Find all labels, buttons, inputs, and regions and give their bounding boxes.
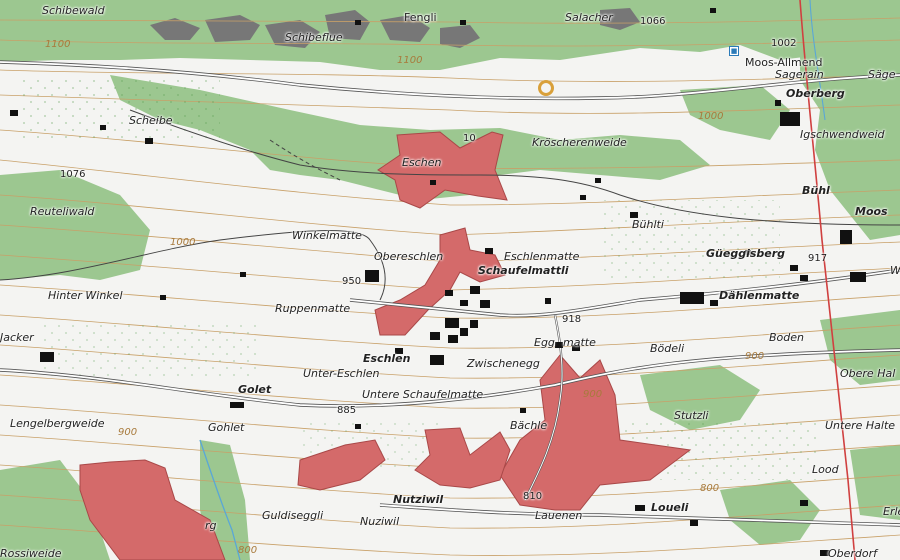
place-label: Lengelbergweide [10,417,105,430]
place-label: Eschlenmatte [504,250,580,263]
contour-label: 1000 [698,111,724,122]
place-label: Jacker [0,331,34,344]
place-label: W [890,264,900,277]
place-label: Dählenmatte [719,289,800,302]
place-label: Scheibe [129,114,173,127]
place-label: Obereschlen [374,250,444,263]
place-label: Güeggisberg [706,247,786,260]
spot-height: 918 [562,314,582,325]
place-label: Bühl [802,184,830,197]
spot-height: 10 [463,133,476,144]
place-label: Eschen [402,156,442,169]
place-label: rg [205,519,217,532]
place-label: Bühlti [632,218,664,231]
place-label: Moos [855,205,888,218]
place-label: Guldiseggli [262,509,324,522]
place-label: Salacher [565,11,613,24]
place-label: Rossiweide [0,547,62,560]
place-label: Nuziwil [360,515,400,528]
map-base-layer [0,0,900,560]
place-label: Loueli [651,501,689,514]
spot-height: 917 [808,253,828,264]
spring-icon [538,80,554,96]
place-label: Reuteliwald [30,205,95,218]
contour-label: 800 [700,483,720,494]
place-label: Winkelmatte [292,229,362,242]
place-label: Nutziwil [393,493,444,506]
place-label: Oberdorf [828,547,878,560]
spot-height: 1066 [640,16,666,27]
place-label: Eschlen [363,352,411,365]
topographic-map[interactable]: ■ Schibewald Fengli Salacher Schibeflue … [0,0,900,560]
contour-label: 1100 [397,55,423,66]
spot-height: 1076 [60,169,86,180]
place-label: Fengli [404,11,437,24]
place-label: Erle [883,505,900,518]
place-label: Lauenen [535,509,583,522]
spot-height: 810 [523,491,543,502]
place-label: Untere Halte [825,419,896,432]
spot-height: 1002 [771,38,797,49]
place-label: Gohlet [208,421,245,434]
place-label: Untere Schaufelmatte [362,388,484,401]
place-label: Egg [534,336,555,349]
place-label: Boden [769,331,804,344]
place-label: Bödeli [650,342,685,355]
place-label: Bächle [510,419,548,432]
place-label: Säge [868,68,896,81]
spot-height: 885 [337,405,357,416]
contour-label: 900 [118,427,138,438]
place-label: matte [563,336,596,349]
place-label: Schibewald [42,4,105,17]
hut-icon: ■ [729,46,739,56]
place-label: Sagerain [775,68,824,81]
place-label: Schaufelmattli [478,264,569,277]
place-label: Kröscherenweide [532,136,627,149]
place-label: Hinter Winkel [48,289,123,302]
spot-height: 950 [342,276,362,287]
place-label: Unter-Eschlen [303,367,380,380]
place-label: Moos-Allmend [745,56,823,69]
contour-label: 900 [583,389,603,400]
contour-label: 1100 [45,39,71,50]
place-label: Ruppenmatte [275,302,351,315]
zone-baechle [414,427,511,489]
contour-label: 1000 [170,237,196,248]
place-label: Stutzli [674,409,709,422]
place-label: Obere Hal [840,367,896,380]
contour-label: 900 [745,351,765,362]
place-label: Igschwendweid [800,128,885,141]
place-label: Golet [238,383,272,396]
place-label: Zwischenegg [467,357,540,370]
place-label: Schibeflue [285,31,343,44]
contour-label: 800 [238,545,258,556]
place-label: Lood [812,463,839,476]
place-label: Oberberg [786,87,845,100]
